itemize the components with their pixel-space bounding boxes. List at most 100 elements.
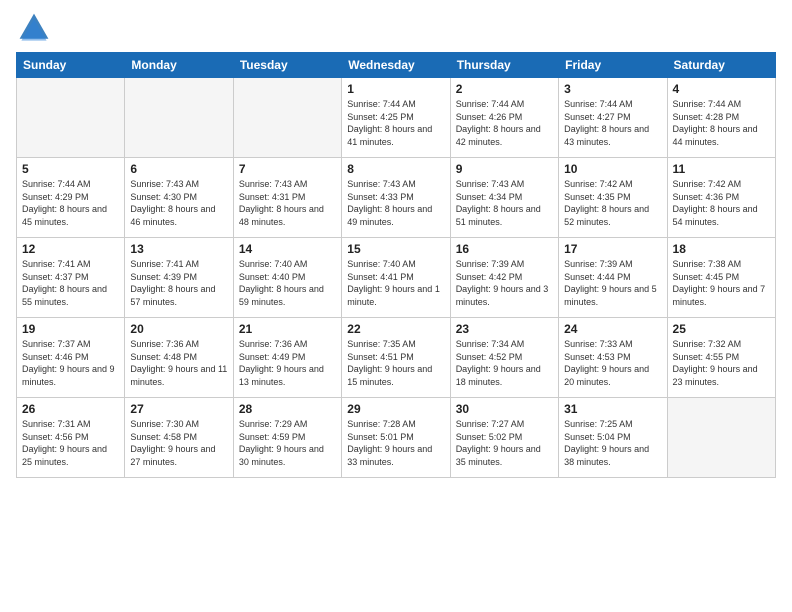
day-number: 24: [564, 322, 661, 336]
day-info: Sunrise: 7:38 AM Sunset: 4:45 PM Dayligh…: [673, 258, 770, 308]
day-info: Sunrise: 7:43 AM Sunset: 4:33 PM Dayligh…: [347, 178, 444, 228]
calendar-cell: 14Sunrise: 7:40 AM Sunset: 4:40 PM Dayli…: [233, 238, 341, 318]
calendar-cell: 3 Sunrise: 7:44 AM Sunset: 4:27 PM Daylig…: [559, 78, 667, 158]
day-info: Sunrise: 7:25 AM Sunset: 5:04 PM Dayligh…: [564, 418, 661, 468]
calendar-cell: 24 Sunrise: 7:33 AM Sunset: 4:53 PM Dayli…: [559, 318, 667, 398]
weekday-header-sunday: Sunday: [17, 53, 125, 78]
day-info: Sunrise: 7:29 AM Sunset: 4:59 PM Dayligh…: [239, 418, 336, 468]
day-number: 8: [347, 162, 444, 176]
day-number: 21: [239, 322, 336, 336]
day-info: Sunrise: 7:41 AM Sunset: 4:39 PM Dayligh…: [130, 258, 227, 308]
calendar-cell: 10 Sunrise: 7:42 AM Sunset: 4:35 PM Dayli…: [559, 158, 667, 238]
calendar-cell: [667, 398, 775, 478]
day-number: 22: [347, 322, 444, 336]
weekday-header-monday: Monday: [125, 53, 233, 78]
day-number: 1: [347, 82, 444, 96]
day-info: Sunrise: 7:39 AM Sunset: 4:44 PM Dayligh…: [564, 258, 661, 308]
day-number: 31: [564, 402, 661, 416]
day-info: Sunrise: 7:33 AM Sunset: 4:53 PM Dayligh…: [564, 338, 661, 388]
calendar-cell: 18Sunrise: 7:38 AM Sunset: 4:45 PM Dayli…: [667, 238, 775, 318]
day-info: Sunrise: 7:44 AM Sunset: 4:25 PM Dayligh…: [347, 98, 444, 148]
day-number: 3: [564, 82, 661, 96]
calendar-cell: 29 Sunrise: 7:28 AM Sunset: 5:01 PM Dayli…: [342, 398, 450, 478]
calendar-cell: 9 Sunrise: 7:43 AM Sunset: 4:34 PM Daylig…: [450, 158, 558, 238]
calendar-cell: 31 Sunrise: 7:25 AM Sunset: 5:04 PM Dayli…: [559, 398, 667, 478]
day-info: Sunrise: 7:41 AM Sunset: 4:37 PM Dayligh…: [22, 258, 119, 308]
calendar-cell: 26 Sunrise: 7:31 AM Sunset: 4:56 PM Dayli…: [17, 398, 125, 478]
day-number: 29: [347, 402, 444, 416]
day-info: Sunrise: 7:28 AM Sunset: 5:01 PM Dayligh…: [347, 418, 444, 468]
day-info: Sunrise: 7:44 AM Sunset: 4:28 PM Dayligh…: [673, 98, 770, 148]
day-number: 15: [347, 242, 444, 256]
week-row-1: 1 Sunrise: 7:44 AM Sunset: 4:25 PM Daylig…: [17, 78, 776, 158]
day-number: 2: [456, 82, 553, 96]
calendar-cell: 25Sunrise: 7:32 AM Sunset: 4:55 PM Dayli…: [667, 318, 775, 398]
header: [16, 10, 776, 46]
day-number: 10: [564, 162, 661, 176]
day-info: Sunrise: 7:30 AM Sunset: 4:58 PM Dayligh…: [130, 418, 227, 468]
weekday-header-saturday: Saturday: [667, 53, 775, 78]
day-info: Sunrise: 7:44 AM Sunset: 4:26 PM Dayligh…: [456, 98, 553, 148]
day-info: Sunrise: 7:43 AM Sunset: 4:34 PM Dayligh…: [456, 178, 553, 228]
day-info: Sunrise: 7:36 AM Sunset: 4:48 PM Dayligh…: [130, 338, 227, 388]
page: SundayMondayTuesdayWednesdayThursdayFrid…: [0, 0, 792, 612]
calendar-cell: 13 Sunrise: 7:41 AM Sunset: 4:39 PM Dayli…: [125, 238, 233, 318]
calendar-cell: 12 Sunrise: 7:41 AM Sunset: 4:37 PM Dayli…: [17, 238, 125, 318]
calendar-cell: 27 Sunrise: 7:30 AM Sunset: 4:58 PM Dayli…: [125, 398, 233, 478]
calendar-cell: 20 Sunrise: 7:36 AM Sunset: 4:48 PM Dayli…: [125, 318, 233, 398]
calendar-cell: 21Sunrise: 7:36 AM Sunset: 4:49 PM Dayli…: [233, 318, 341, 398]
day-info: Sunrise: 7:42 AM Sunset: 4:36 PM Dayligh…: [673, 178, 770, 228]
calendar-cell: 15 Sunrise: 7:40 AM Sunset: 4:41 PM Dayli…: [342, 238, 450, 318]
day-number: 7: [239, 162, 336, 176]
day-number: 17: [564, 242, 661, 256]
day-number: 20: [130, 322, 227, 336]
calendar-cell: 19 Sunrise: 7:37 AM Sunset: 4:46 PM Dayli…: [17, 318, 125, 398]
day-info: Sunrise: 7:27 AM Sunset: 5:02 PM Dayligh…: [456, 418, 553, 468]
day-number: 25: [673, 322, 770, 336]
calendar-table: SundayMondayTuesdayWednesdayThursdayFrid…: [16, 52, 776, 478]
day-number: 16: [456, 242, 553, 256]
calendar-cell: 2 Sunrise: 7:44 AM Sunset: 4:26 PM Daylig…: [450, 78, 558, 158]
week-row-4: 19 Sunrise: 7:37 AM Sunset: 4:46 PM Dayli…: [17, 318, 776, 398]
calendar-cell: 4 Sunrise: 7:44 AM Sunset: 4:28 PM Daylig…: [667, 78, 775, 158]
week-row-2: 5Sunrise: 7:44 AM Sunset: 4:29 PM Daylig…: [17, 158, 776, 238]
weekday-header-thursday: Thursday: [450, 53, 558, 78]
day-info: Sunrise: 7:31 AM Sunset: 4:56 PM Dayligh…: [22, 418, 119, 468]
calendar-cell: [233, 78, 341, 158]
day-number: 19: [22, 322, 119, 336]
weekday-header-row: SundayMondayTuesdayWednesdayThursdayFrid…: [17, 53, 776, 78]
calendar-cell: 30 Sunrise: 7:27 AM Sunset: 5:02 PM Dayli…: [450, 398, 558, 478]
day-number: 6: [130, 162, 227, 176]
day-info: Sunrise: 7:44 AM Sunset: 4:27 PM Dayligh…: [564, 98, 661, 148]
day-info: Sunrise: 7:40 AM Sunset: 4:40 PM Dayligh…: [239, 258, 336, 308]
logo: [16, 10, 56, 46]
calendar-cell: 17 Sunrise: 7:39 AM Sunset: 4:44 PM Dayli…: [559, 238, 667, 318]
day-info: Sunrise: 7:40 AM Sunset: 4:41 PM Dayligh…: [347, 258, 444, 308]
day-info: Sunrise: 7:39 AM Sunset: 4:42 PM Dayligh…: [456, 258, 553, 308]
calendar-cell: 5Sunrise: 7:44 AM Sunset: 4:29 PM Daylig…: [17, 158, 125, 238]
day-info: Sunrise: 7:43 AM Sunset: 4:30 PM Dayligh…: [130, 178, 227, 228]
day-number: 26: [22, 402, 119, 416]
day-number: 12: [22, 242, 119, 256]
day-number: 9: [456, 162, 553, 176]
weekday-header-tuesday: Tuesday: [233, 53, 341, 78]
day-number: 28: [239, 402, 336, 416]
calendar-cell: [17, 78, 125, 158]
day-info: Sunrise: 7:35 AM Sunset: 4:51 PM Dayligh…: [347, 338, 444, 388]
day-info: Sunrise: 7:44 AM Sunset: 4:29 PM Dayligh…: [22, 178, 119, 228]
calendar-cell: 11Sunrise: 7:42 AM Sunset: 4:36 PM Dayli…: [667, 158, 775, 238]
day-info: Sunrise: 7:34 AM Sunset: 4:52 PM Dayligh…: [456, 338, 553, 388]
calendar-cell: 8 Sunrise: 7:43 AM Sunset: 4:33 PM Daylig…: [342, 158, 450, 238]
calendar-cell: 16 Sunrise: 7:39 AM Sunset: 4:42 PM Dayli…: [450, 238, 558, 318]
day-number: 4: [673, 82, 770, 96]
day-info: Sunrise: 7:37 AM Sunset: 4:46 PM Dayligh…: [22, 338, 119, 388]
calendar-cell: 6 Sunrise: 7:43 AM Sunset: 4:30 PM Daylig…: [125, 158, 233, 238]
day-info: Sunrise: 7:42 AM Sunset: 4:35 PM Dayligh…: [564, 178, 661, 228]
weekday-header-wednesday: Wednesday: [342, 53, 450, 78]
day-number: 27: [130, 402, 227, 416]
day-number: 30: [456, 402, 553, 416]
calendar-cell: 23Sunrise: 7:34 AM Sunset: 4:52 PM Dayli…: [450, 318, 558, 398]
day-number: 13: [130, 242, 227, 256]
logo-icon: [16, 10, 52, 46]
calendar-cell: 1 Sunrise: 7:44 AM Sunset: 4:25 PM Daylig…: [342, 78, 450, 158]
